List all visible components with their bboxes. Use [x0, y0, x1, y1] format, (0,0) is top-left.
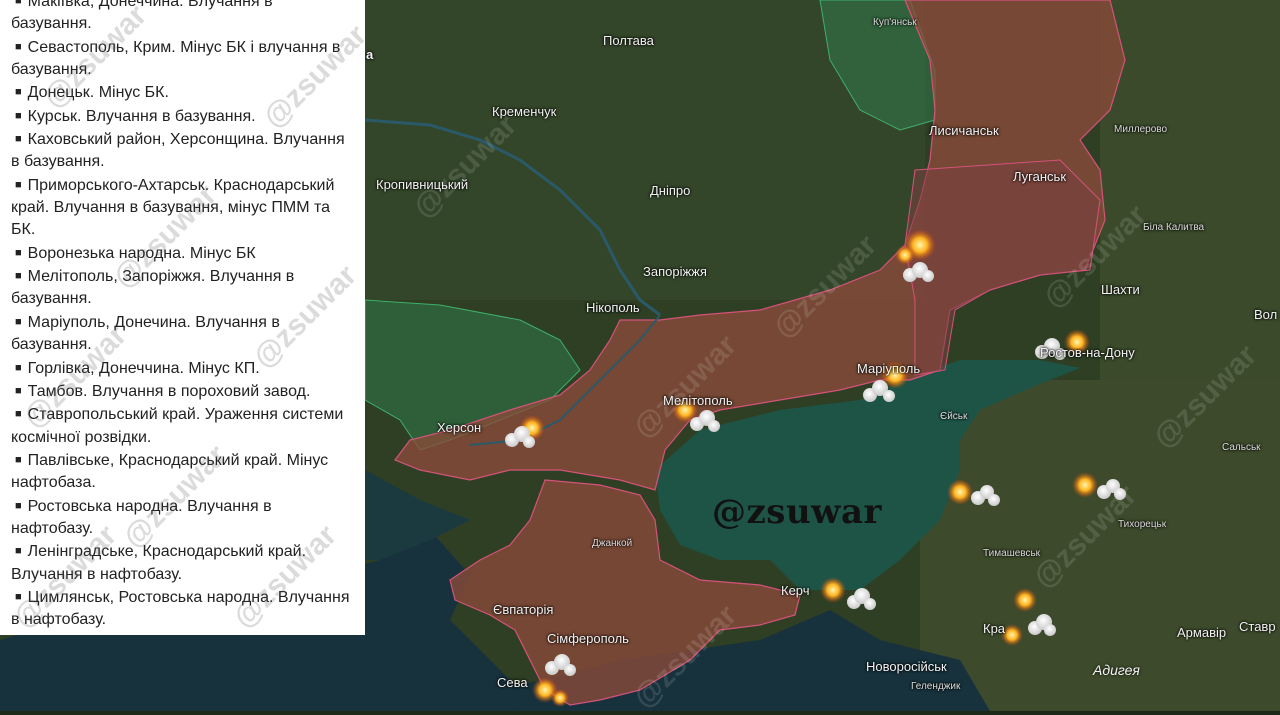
strike-list-item: ■ Ростовська народна. Влучання в нафтобаз… [11, 495, 355, 541]
bullet-icon: ■ [15, 178, 22, 191]
bullet-icon: ■ [15, 86, 22, 99]
strike-list-text: Павлівське, Краснодарський край. Мінус н… [11, 451, 329, 492]
city-label: Тимашевськ [983, 548, 1041, 559]
strike-list-item: ■ Макіївка, Донеччина. Влучання в базуван… [11, 0, 355, 36]
strike-list-text: Макіївка, Донеччина. Влучання в базуванн… [11, 0, 273, 33]
city-label: Вол [1254, 307, 1278, 322]
strike-list-text: Севастополь, Крим. Мінус БК і влучання в… [11, 38, 341, 79]
city-label: Маріуполь [857, 361, 921, 376]
strike-list-item: ■ Цимлянськ, Ростовська народна. Влучання… [11, 586, 355, 632]
bullet-icon: ■ [15, 590, 22, 603]
strike-list-item: ■ Воронезька народна. Мінус БК [11, 242, 355, 265]
city-label: Кременчук [492, 104, 557, 119]
city-label: Запоріжжя [643, 264, 707, 279]
city-label: Сальськ [1222, 442, 1261, 453]
brand-signature: @zsuwar [712, 492, 882, 532]
strike-list-item: ■ Павлівське, Краснодарський край. Мінус … [11, 449, 355, 495]
strike-list-text: Курськ. Влучання в базування. [27, 107, 256, 125]
bullet-icon: ■ [15, 545, 22, 558]
strike-list-item: ■ Мелітополь, Запоріжжя. Влучання в базув… [11, 265, 355, 311]
strike-list-text: Донецьк. Мінус БК. [27, 84, 169, 102]
city-label: Ростов-на-Дону [1040, 345, 1135, 360]
strike-list-panel: ■ Макіївка, Донеччина. Влучання в базуван… [0, 0, 365, 635]
strike-list-item: ■ Тамбов. Влучання в пороховий завод. [11, 380, 355, 403]
city-label: а [366, 47, 374, 62]
city-label: Біла Калитва [1143, 222, 1205, 233]
city-label: Полтава [603, 33, 654, 48]
strike-list-text: Ростовська народна. Влучання в нафтобазу… [11, 497, 272, 537]
city-label: Євпаторія [493, 602, 554, 617]
strike-list-text: Цимлянськ, Ростовська народна. Влучання … [11, 588, 350, 629]
city-label: Тихорецьк [1118, 519, 1167, 530]
bullet-icon: ■ [15, 109, 22, 122]
city-label: Мелітополь [663, 393, 733, 408]
strike-list-text: Ленінградське, Краснодарський край. Влуч… [11, 543, 307, 583]
strike-list-item: ■ Ставропольський край. Ураження системи … [11, 403, 355, 449]
strike-list-item: ■ Маріуполь, Донечина. Влучання в базуван… [11, 311, 355, 357]
city-label: Лисичанськ [929, 123, 999, 138]
strike-list-item: ■ Курськ. Влучання в базування. [11, 105, 355, 128]
city-label: Геленджик [911, 681, 961, 692]
city-label: Сева [497, 675, 528, 690]
region-label: Адигея [1093, 662, 1140, 678]
strike-list-item: ■ Приморського-Ахтарськ. Краснодарський к… [11, 174, 355, 242]
city-label: Нікополь [586, 300, 640, 315]
city-label: Новоросійськ [866, 659, 947, 674]
strike-list-text: Приморського-Ахтарськ. Краснодарський кр… [11, 176, 335, 239]
strike-list-item: ■ Севастополь, Крим. Мінус БК і влучання … [11, 36, 355, 82]
city-label: Куп'янськ [873, 17, 917, 28]
city-label: Миллерово [1114, 124, 1168, 135]
bullet-icon: ■ [15, 133, 22, 146]
strike-list-text: Мелітополь, Запоріжжя. Влучання в базува… [11, 268, 295, 308]
bullet-icon: ■ [15, 453, 22, 466]
bullet-icon: ■ [15, 270, 22, 283]
city-label: Кра [983, 621, 1006, 636]
city-label: Херсон [437, 420, 482, 435]
bullet-icon: ■ [15, 0, 22, 7]
city-label: Джанкой [592, 538, 633, 549]
city-label: Керч [781, 583, 810, 598]
bullet-icon: ■ [15, 361, 22, 374]
strike-list-item: ■ Донецьк. Мінус БК. [11, 81, 355, 104]
strike-list: ■ Макіївка, Донеччина. Влучання в базуван… [11, 0, 355, 632]
city-label: Єйськ [940, 411, 968, 422]
bullet-icon: ■ [15, 384, 22, 397]
strike-list-text: Маріуполь, Донечина. Влучання в базуванн… [11, 313, 280, 354]
city-label: Кропивницький [376, 177, 469, 192]
strike-list-item: ■ Горлівка, Донеччина. Мінус КП. [11, 357, 355, 380]
city-label: Шахти [1101, 282, 1140, 297]
bullet-icon: ■ [15, 499, 22, 512]
strike-list-text: Ставропольський край. Ураження системи к… [11, 406, 344, 446]
city-label: Сімферополь [547, 631, 629, 646]
bullet-icon: ■ [15, 315, 22, 328]
city-label: Армавір [1177, 625, 1227, 640]
city-label: Ставр [1239, 619, 1276, 634]
strike-list-text: Горлівка, Донеччина. Мінус КП. [27, 359, 260, 377]
strike-list-item: ■ Каховський район, Херсонщина. Влучання … [11, 128, 355, 174]
bullet-icon: ■ [15, 246, 22, 259]
strike-list-text: Воронезька народна. Мінус БК [27, 244, 256, 262]
bullet-icon: ■ [15, 408, 22, 421]
strike-list-item: ■ Ленінградське, Краснодарський край. Влу… [11, 540, 355, 586]
bullet-icon: ■ [15, 40, 22, 53]
city-label: Дніпро [650, 183, 691, 198]
strike-list-text: Каховський район, Херсонщина. Влучання в… [11, 131, 345, 171]
strike-list-text: Тамбов. Влучання в пороховий завод. [27, 382, 311, 400]
city-label: Луганськ [1013, 169, 1067, 184]
